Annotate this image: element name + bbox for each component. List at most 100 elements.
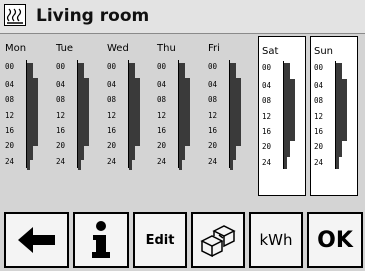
weekly-schedule: Mon 00 04 08 12 16 20 24 Tue 00 04 08 12 16 20 24 Wed 00 0… xyxy=(0,34,365,204)
schedule-bar xyxy=(230,78,241,96)
hour-tick-label: 20 xyxy=(107,141,117,150)
schedule-bar xyxy=(284,79,295,101)
day-label: Tue xyxy=(56,43,74,54)
thermostat-screen: Living room Mon 00 04 08 12 16 20 24 Tue 00 04 08 12… xyxy=(0,0,365,271)
day-column-fri[interactable]: Fri 00 04 08 12 16 20 24 xyxy=(205,34,253,204)
schedule-bar xyxy=(336,157,339,169)
schedule-bar xyxy=(27,63,33,78)
hour-tick-label: 24 xyxy=(5,157,15,166)
day-label: Sat xyxy=(262,46,279,57)
day-label: Mon xyxy=(5,43,27,54)
hour-tick-label: 08 xyxy=(208,95,218,104)
schedule-bar xyxy=(78,126,89,146)
hour-tick-label: 24 xyxy=(157,157,167,166)
hour-tick-label: 00 xyxy=(208,62,218,71)
hour-tick-label: 12 xyxy=(314,112,324,121)
schedule-bar xyxy=(179,146,185,160)
edit-button[interactable]: Edit xyxy=(133,212,187,268)
schedule-bar xyxy=(27,78,38,96)
title-bar: Living room xyxy=(0,0,365,34)
page-title: Living room xyxy=(36,6,150,26)
hour-tick-label: 04 xyxy=(56,80,66,89)
day-label: Wed xyxy=(107,43,129,54)
day-column-wed[interactable]: Wed 00 04 08 12 16 20 24 xyxy=(104,34,152,204)
hour-tick-label: 00 xyxy=(262,63,272,72)
info-button[interactable] xyxy=(73,212,129,268)
day-label: Fri xyxy=(208,43,220,54)
hour-tick-label: 24 xyxy=(56,157,66,166)
hour-tick-label: 16 xyxy=(262,127,272,136)
schedule-bar xyxy=(129,78,140,96)
schedule-bar xyxy=(336,141,342,157)
schedule-bar xyxy=(78,63,84,78)
info-icon xyxy=(92,221,110,258)
hour-tick-label: 04 xyxy=(107,80,117,89)
schedule-bar xyxy=(179,63,185,78)
schedule-bar xyxy=(230,63,236,78)
hour-tick-label: 20 xyxy=(208,141,218,150)
schedule-bar xyxy=(336,63,342,79)
arrow-left-icon xyxy=(17,227,55,253)
schedule-bar xyxy=(27,126,38,146)
hour-tick-label: 08 xyxy=(262,96,272,105)
hour-tick-label: 00 xyxy=(5,62,15,71)
hour-tick-label: 12 xyxy=(157,111,167,120)
hour-tick-label: 04 xyxy=(262,81,272,90)
hour-tick-label: 16 xyxy=(56,126,66,135)
schedule-bar xyxy=(179,78,190,96)
hour-tick-label: 08 xyxy=(5,95,15,104)
hour-tick-label: 08 xyxy=(314,96,324,105)
schedule-bar xyxy=(284,63,290,79)
hour-tick-label: 16 xyxy=(107,126,117,135)
hour-tick-label: 20 xyxy=(56,141,66,150)
schedule-bar xyxy=(179,126,190,146)
hour-tick-label: 24 xyxy=(107,157,117,166)
hour-tick-label: 24 xyxy=(262,158,272,167)
hour-tick-label: 24 xyxy=(314,158,324,167)
schedule-bar xyxy=(230,146,236,160)
schedule-bar xyxy=(27,160,30,170)
day-column-tue[interactable]: Tue 00 04 08 12 16 20 24 xyxy=(53,34,101,204)
hour-tick-label: 04 xyxy=(157,80,167,89)
day-label: Sun xyxy=(314,46,334,57)
hour-tick-label: 12 xyxy=(56,111,66,120)
day-column-thu[interactable]: Thu 00 04 08 12 16 20 24 xyxy=(154,34,202,204)
boxes-icon xyxy=(200,225,236,257)
hour-tick-label: 20 xyxy=(5,141,15,150)
hour-tick-label: 00 xyxy=(157,62,167,71)
schedule-bar xyxy=(284,157,287,169)
schedule-bar xyxy=(78,146,84,160)
ok-button[interactable]: OK xyxy=(307,212,363,268)
heating-icon xyxy=(4,4,26,26)
back-button[interactable] xyxy=(4,212,69,268)
schedule-bar xyxy=(129,146,135,160)
hour-tick-label: 08 xyxy=(56,95,66,104)
schedule-bar xyxy=(27,96,38,126)
boxes-button[interactable] xyxy=(191,212,245,268)
hour-tick-label: 16 xyxy=(5,126,15,135)
toolbar: Edit kWh OK xyxy=(0,208,365,271)
schedule-bar xyxy=(179,160,182,170)
hour-tick-label: 08 xyxy=(157,95,167,104)
hour-tick-label: 12 xyxy=(107,111,117,120)
day-column-sun[interactable]: Sun 00 04 08 12 16 20 24 xyxy=(310,36,358,196)
day-label: Thu xyxy=(157,43,176,54)
kwh-button[interactable]: kWh xyxy=(249,212,303,268)
schedule-bar xyxy=(336,79,347,101)
hour-tick-label: 00 xyxy=(56,62,66,71)
schedule-bar xyxy=(230,96,241,126)
hour-tick-label: 20 xyxy=(157,141,167,150)
hour-tick-label: 04 xyxy=(208,80,218,89)
hour-tick-label: 00 xyxy=(107,62,117,71)
schedule-bar xyxy=(78,96,89,126)
hour-tick-label: 00 xyxy=(314,63,324,72)
day-column-sat[interactable]: Sat 00 04 08 12 16 20 24 xyxy=(258,36,306,196)
schedule-bar xyxy=(129,96,140,126)
schedule-bar xyxy=(27,146,33,160)
schedule-bar xyxy=(129,126,140,146)
hour-tick-label: 12 xyxy=(208,111,218,120)
day-column-mon[interactable]: Mon 00 04 08 12 16 20 24 xyxy=(2,34,50,204)
hour-tick-label: 20 xyxy=(314,142,324,151)
hour-tick-label: 24 xyxy=(208,157,218,166)
hour-tick-label: 20 xyxy=(262,142,272,151)
